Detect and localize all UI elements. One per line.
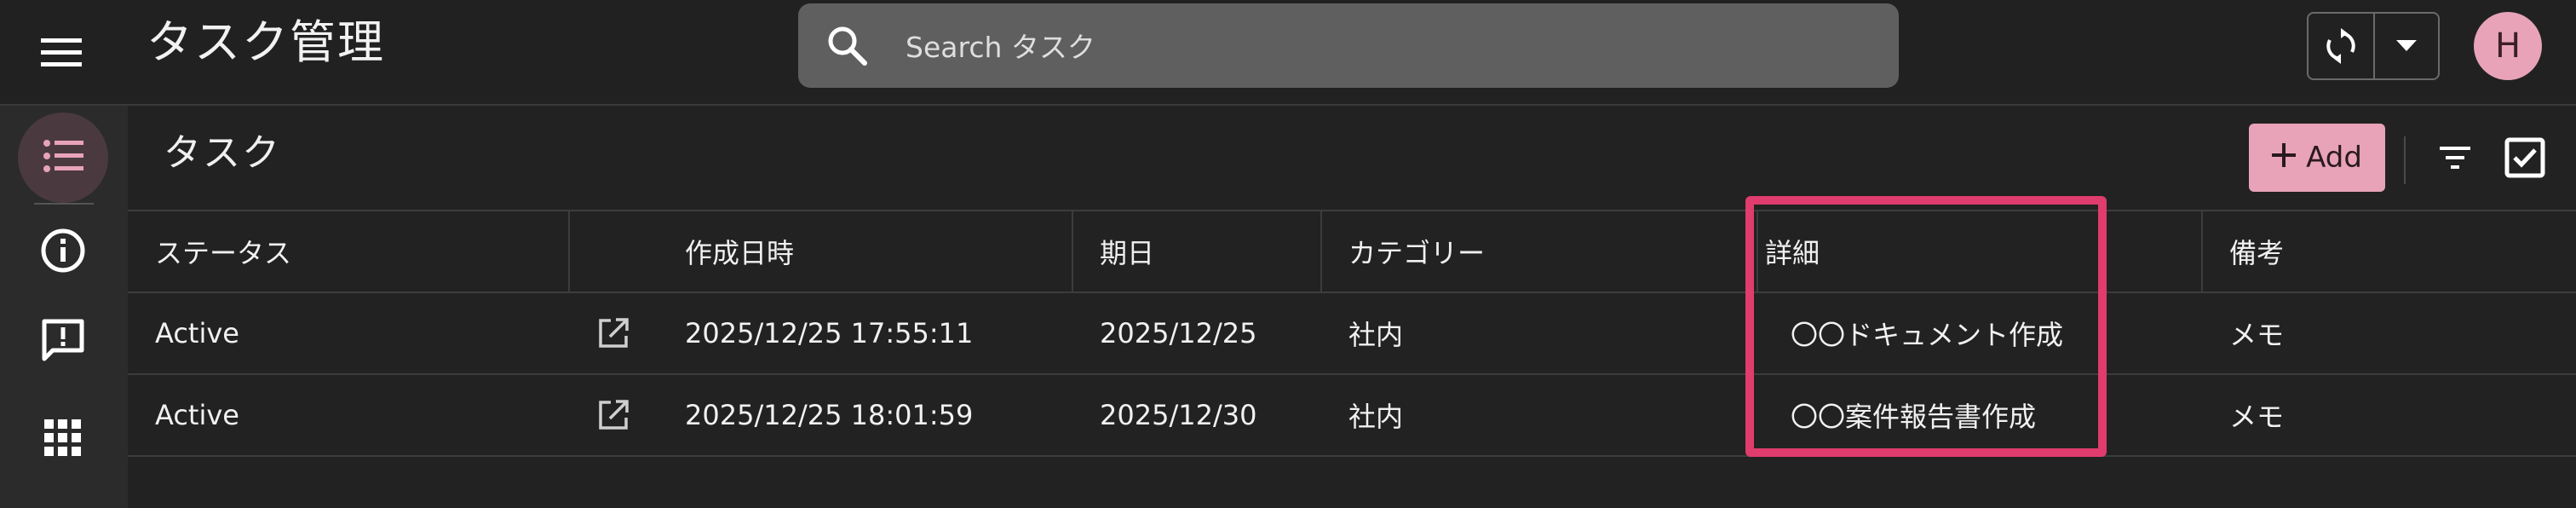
add-button-label: Add	[2306, 141, 2362, 175]
column-header-note[interactable]: 備考	[2229, 211, 2284, 292]
created-cell: 2025/12/25 18:01:59	[685, 399, 974, 431]
due-cell: 2025/12/30	[1100, 399, 1257, 431]
sidebar-item-apps[interactable]	[18, 395, 108, 485]
search-icon	[825, 24, 870, 68]
column-header-due[interactable]: 期日	[1100, 211, 1154, 292]
app-title: タスク管理	[147, 15, 385, 69]
table-row[interactable]: Active 2025/12/25 18:01:59 2025/12/30 社内…	[128, 375, 2576, 457]
column-header-status[interactable]: ステータス	[155, 211, 291, 292]
table-row[interactable]: Active 2025/12/25 17:55:11 2025/12/25 社内…	[128, 293, 2576, 375]
open-external-icon[interactable]	[596, 375, 630, 455]
toolbar-divider	[2404, 136, 2406, 184]
add-button[interactable]: Add	[2249, 124, 2385, 192]
list-icon	[43, 139, 83, 176]
search-input[interactable]	[904, 19, 1844, 75]
sidebar-item-tasks[interactable]	[18, 113, 108, 203]
checkbox-icon[interactable]	[2501, 134, 2549, 182]
filter-icon[interactable]	[2431, 134, 2479, 182]
detail-cell: 〇〇ドキュメント作成	[1791, 319, 2064, 351]
note-cell: メモ	[2229, 401, 2285, 433]
sidebar	[0, 106, 128, 508]
open-external-icon[interactable]	[596, 293, 630, 373]
avatar[interactable]: H	[2474, 12, 2542, 80]
status-cell: Active	[155, 317, 239, 349]
task-table: ステータス 作成日時 期日 カテゴリー 詳細 備考 Active 2025/12…	[128, 210, 2576, 457]
column-header-detail[interactable]: 詳細	[1765, 211, 1820, 292]
column-header-created[interactable]: 作成日時	[685, 211, 794, 292]
search-bar[interactable]	[798, 3, 1899, 88]
top-app-bar: タスク管理 H	[0, 0, 2576, 106]
hamburger-menu-icon[interactable]	[34, 26, 89, 80]
detail-cell: 〇〇案件報告書作成	[1791, 401, 2037, 433]
sync-icon[interactable]	[2309, 14, 2375, 78]
category-cell: 社内	[1348, 319, 1404, 351]
due-cell: 2025/12/25	[1100, 317, 1257, 349]
created-cell: 2025/12/25 17:55:11	[685, 317, 974, 349]
column-header-category[interactable]: カテゴリー	[1348, 211, 1485, 292]
caret-down-icon[interactable]	[2375, 14, 2438, 78]
feedback-icon	[40, 317, 86, 367]
note-cell: メモ	[2229, 319, 2285, 351]
info-icon	[39, 227, 87, 278]
sync-button-group	[2307, 12, 2440, 80]
sidebar-item-feedback[interactable]	[18, 297, 108, 387]
sidebar-divider	[34, 203, 94, 205]
sidebar-item-info[interactable]	[18, 207, 108, 297]
table-header-row: ステータス 作成日時 期日 カテゴリー 詳細 備考	[128, 210, 2576, 293]
plus-icon	[2272, 141, 2297, 175]
status-cell: Active	[155, 399, 239, 431]
apps-grid-icon	[44, 419, 82, 460]
category-cell: 社内	[1348, 401, 1404, 433]
page-title: タスク	[164, 131, 281, 175]
